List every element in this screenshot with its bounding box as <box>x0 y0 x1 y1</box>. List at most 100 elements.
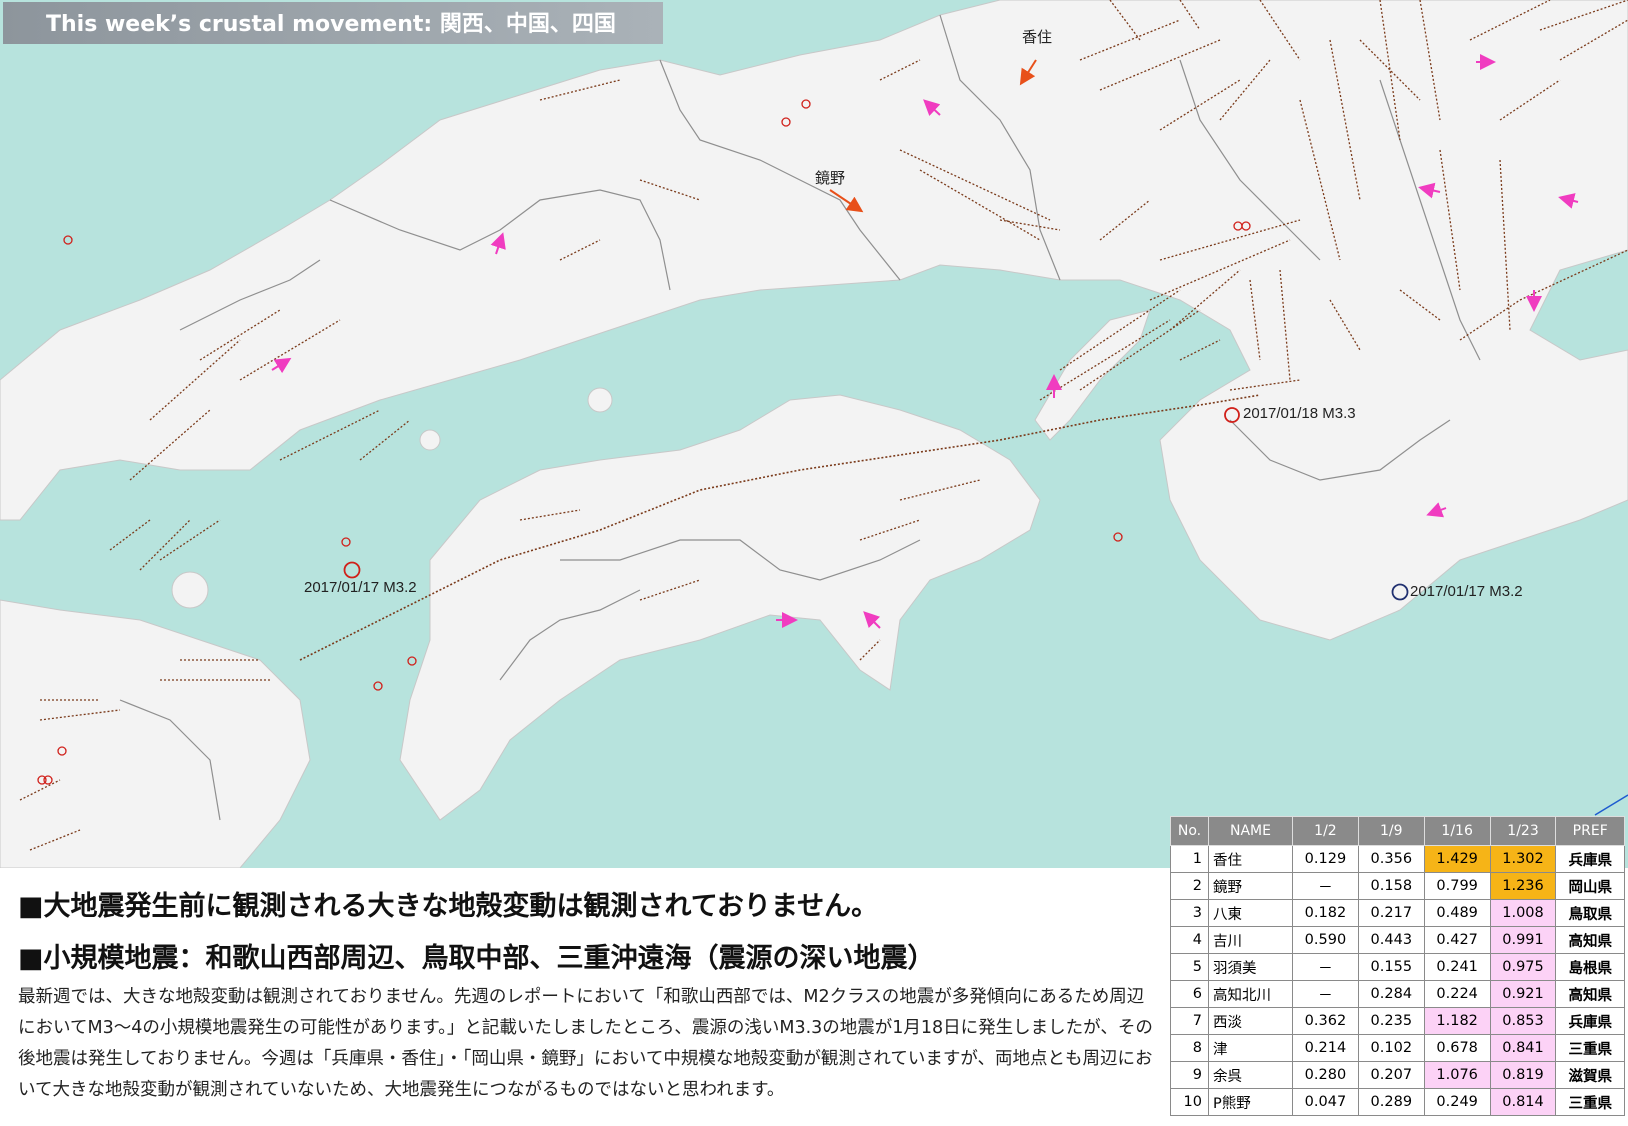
cell-name: 鏡野 <box>1208 872 1293 900</box>
cell-pref: 高知県 <box>1555 980 1625 1008</box>
col-header-week2: 1/9 <box>1357 816 1425 846</box>
cell-week1: － <box>1292 872 1359 900</box>
cell-week2: 0.158 <box>1357 872 1425 900</box>
shikoku-land <box>399 394 1041 821</box>
cell-week4: 0.814 <box>1489 1088 1557 1116</box>
cell-pref: 兵庫県 <box>1555 1007 1625 1035</box>
cell-week1: 0.182 <box>1292 899 1359 927</box>
cell-name: 八東 <box>1208 899 1293 927</box>
cell-week2: 0.443 <box>1357 926 1425 954</box>
table-row: 8 津 0.214 0.102 0.678 0.841 三重県 <box>1170 1034 1625 1062</box>
cell-pref: 岡山県 <box>1555 872 1625 900</box>
col-header-name: NAME <box>1208 816 1293 846</box>
col-header-week1: 1/2 <box>1292 816 1359 846</box>
cell-week3: 1.429 <box>1423 845 1491 873</box>
cell-week2: 0.235 <box>1357 1007 1425 1035</box>
cell-no: 3 <box>1170 899 1209 927</box>
cell-name: 西淡 <box>1208 1007 1293 1035</box>
table-row: 9 余呉 0.280 0.207 1.076 0.819 滋賀県 <box>1170 1061 1625 1089</box>
cell-no: 7 <box>1170 1007 1209 1035</box>
cell-week1: 0.214 <box>1292 1034 1359 1062</box>
quake-label-mie: 2017/01/17 M3.2 <box>1410 583 1523 600</box>
station-label-kasumi: 香住 <box>1022 28 1053 46</box>
table-row: 6 高知北川－ 0.284 0.224 0.921 高知県 <box>1170 980 1625 1008</box>
cell-week2: 0.284 <box>1357 980 1425 1008</box>
cell-name: P熊野 <box>1208 1088 1293 1116</box>
col-header-week3: 1/16 <box>1423 816 1491 846</box>
awaji-land <box>1034 309 1151 441</box>
cell-no: 6 <box>1170 980 1209 1008</box>
headline-small-quakes: ■小規模地震：和歌山西部周辺、鳥取中部、三重沖遠海（震源の深い地震） <box>18 943 935 974</box>
cell-week1: 0.590 <box>1292 926 1359 954</box>
cell-week2: 0.207 <box>1357 1061 1425 1089</box>
cell-week3: 0.249 <box>1423 1088 1491 1116</box>
cell-pref: 島根県 <box>1555 953 1625 981</box>
cell-week2: 0.289 <box>1357 1088 1425 1116</box>
cell-no: 1 <box>1170 845 1209 873</box>
cell-week3: 1.182 <box>1423 1007 1491 1035</box>
cell-week4: 1.302 <box>1489 845 1557 873</box>
cell-no: 9 <box>1170 1061 1209 1089</box>
cell-pref: 三重県 <box>1555 1088 1625 1116</box>
cell-week1: 0.047 <box>1292 1088 1359 1116</box>
table-row: 2 鏡野－ 0.158 0.799 1.236 岡山県 <box>1170 872 1625 900</box>
quake-label-shikoku: 2017/01/17 M3.2 <box>304 579 417 596</box>
map-canvas <box>0 0 1628 868</box>
map-title: This week’s crustal movement: 関西、中国、四国 <box>46 12 616 37</box>
cell-week3: 0.799 <box>1423 872 1491 900</box>
cell-pref: 高知県 <box>1555 926 1625 954</box>
cell-week4: 1.008 <box>1489 899 1557 927</box>
crustal-movement-map: This week’s crustal movement: 関西、中国、四国 香… <box>0 0 1628 868</box>
cell-name: 高知北川 <box>1208 980 1293 1008</box>
cell-week3: 0.678 <box>1423 1034 1491 1062</box>
table-row: 3 八東 0.182 0.217 0.489 1.008 鳥取県 <box>1170 899 1625 927</box>
cell-name: 津 <box>1208 1034 1293 1062</box>
table-row: 10 P熊野 0.047 0.289 0.249 0.814 三重県 <box>1170 1088 1625 1116</box>
table-row: 7 西淡 0.362 0.235 1.182 0.853 兵庫県 <box>1170 1007 1625 1035</box>
cell-name: 余呉 <box>1208 1061 1293 1089</box>
cell-week2: 0.356 <box>1357 845 1425 873</box>
headline-no-major-movement: ■大地震発生前に観測される大きな地殻変動は観測されておりません。 <box>18 891 879 922</box>
quake-shikoku-west <box>343 561 361 579</box>
cell-no: 2 <box>1170 872 1209 900</box>
cell-no: 10 <box>1170 1088 1209 1116</box>
cell-week4: 0.853 <box>1489 1007 1557 1035</box>
cell-week2: 0.155 <box>1357 953 1425 981</box>
cell-no: 8 <box>1170 1034 1209 1062</box>
col-header-pref: PREF <box>1555 816 1625 846</box>
cell-week1: － <box>1292 980 1359 1008</box>
cell-week3: 0.489 <box>1423 899 1491 927</box>
cell-week3: 0.224 <box>1423 980 1491 1008</box>
cell-week4: 1.236 <box>1489 872 1557 900</box>
cell-week4: 0.991 <box>1489 926 1557 954</box>
col-header-no: No. <box>1170 816 1209 846</box>
cell-pref: 滋賀県 <box>1555 1061 1625 1089</box>
cell-name: 吉川 <box>1208 926 1293 954</box>
kyushu-land <box>0 599 311 868</box>
cell-no: 5 <box>1170 953 1209 981</box>
table-body: 1 香住 0.129 0.356 1.429 1.302 兵庫県 2 鏡野－ 0.158 0.799… <box>1170 845 1625 1116</box>
cell-pref: 兵庫県 <box>1555 845 1625 873</box>
cell-week1: － <box>1292 953 1359 981</box>
cell-no: 4 <box>1170 926 1209 954</box>
quake-label-wakayama: 2017/01/18 M3.3 <box>1243 405 1356 422</box>
cell-week2: 0.217 <box>1357 899 1425 927</box>
cell-week1: 0.362 <box>1292 1007 1359 1035</box>
cell-pref: 鳥取県 <box>1555 899 1625 927</box>
cell-week3: 0.241 <box>1423 953 1491 981</box>
table-header-row: No. NAME 1/2 1/9 1/16 1/23 PREF <box>1170 816 1625 846</box>
cell-pref: 三重県 <box>1555 1034 1625 1062</box>
table-row: 5 羽須美－ 0.155 0.241 0.975 島根県 <box>1170 953 1625 981</box>
cell-week2: 0.102 <box>1357 1034 1425 1062</box>
table-row: 4 吉川 0.590 0.443 0.427 0.991 高知県 <box>1170 926 1625 954</box>
cell-week4: 0.921 <box>1489 980 1557 1008</box>
cell-week1: 0.280 <box>1292 1061 1359 1089</box>
cell-week4: 0.975 <box>1489 953 1557 981</box>
cell-week3: 1.076 <box>1423 1061 1491 1089</box>
table-row: 1 香住 0.129 0.356 1.429 1.302 兵庫県 <box>1170 845 1625 873</box>
cell-week3: 0.427 <box>1423 926 1491 954</box>
cell-week4: 0.819 <box>1489 1061 1557 1089</box>
cell-name: 羽須美 <box>1208 953 1293 981</box>
displacement-table: No. NAME 1/2 1/9 1/16 1/23 PREF 1 香住 0.129… <box>1170 816 1625 1116</box>
report-body-text: 最新週では、大きな地殻変動は観測されておりません。先週のレポートにおいて「和歌山… <box>18 987 1153 1100</box>
